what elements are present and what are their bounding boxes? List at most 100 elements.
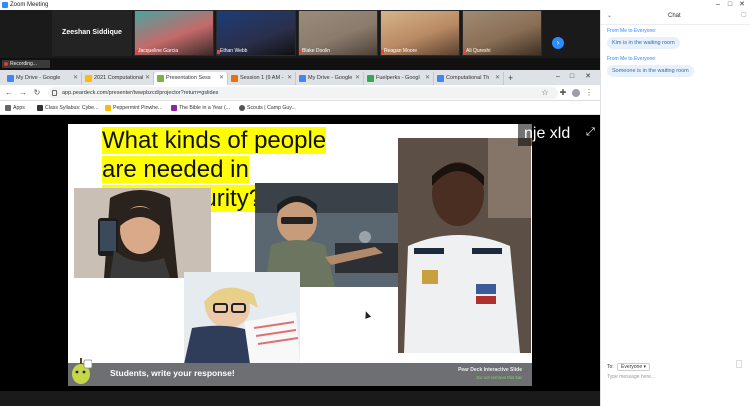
url-text: app.peardeck.com/presenter/twwpbzcd/proj… [62, 90, 219, 96]
photo-naval-officer-art [398, 138, 531, 353]
chat-message-bubble: Someone is in the waiting room [607, 65, 694, 77]
chat-message-input[interactable]: Type message here... [607, 374, 745, 384]
participant-video[interactable]: Ethan Webb [216, 10, 296, 56]
browser-tab[interactable]: Session 1 (9 AM - ✕ [228, 72, 296, 85]
slide-headline: What kinds of people are needed in Cyber… [102, 126, 360, 212]
recording-label: Recording... [10, 61, 37, 67]
browser-maximize-icon[interactable]: □ [566, 72, 578, 82]
reload-icon[interactable]: ↻ [32, 88, 42, 98]
tab-close-icon[interactable]: ✕ [355, 72, 360, 85]
presentation-slide: What kinds of people are needed in Cyber… [68, 124, 532, 386]
browser-tab[interactable]: 2021 Computational ✕ [82, 72, 154, 85]
browser-tab-active[interactable]: Presentation Sess ✕ [154, 72, 228, 85]
tab-close-icon[interactable]: ✕ [73, 72, 78, 85]
participant-video[interactable]: Blake Doolin [298, 10, 378, 56]
star-icon[interactable]: ☆ [540, 88, 550, 98]
bookmark-label: Class Syllabus: Cybe... [45, 105, 99, 111]
photo-stressed-worker [184, 272, 300, 364]
participant-name: Blake Doolin [302, 48, 331, 54]
photo-naval-officer [398, 138, 531, 353]
browser-tab[interactable]: Computational Th ✕ [434, 72, 504, 85]
tab-close-icon[interactable]: ✕ [425, 72, 430, 85]
tab-close-icon[interactable]: ✕ [495, 72, 500, 85]
chat-to-label: To: [607, 364, 614, 370]
minimize-icon[interactable]: – [712, 0, 724, 10]
chevron-down-icon[interactable]: ⌄ [607, 12, 612, 19]
browser-close-icon[interactable]: ✕ [582, 72, 594, 82]
docs-icon [437, 75, 444, 82]
back-icon[interactable]: ← [4, 88, 14, 98]
join-code: nje xld [524, 125, 571, 142]
close-icon[interactable]: ✕ [736, 0, 748, 10]
forward-icon[interactable]: → [18, 88, 28, 98]
chat-panel: ⌄ Chat ▢ From Me to Everyone: Kim is in … [600, 10, 750, 406]
tab-label: Session 1 (9 AM - [240, 75, 284, 81]
chat-title: Chat [668, 13, 681, 19]
photo-stressed-worker-art [184, 272, 300, 364]
bookmark-item[interactable]: Class Syllabus: Cybe... [36, 103, 98, 113]
window-titlebar: Zoom Meeting – □ ✕ [0, 0, 750, 10]
tab-close-icon[interactable]: ✕ [219, 72, 224, 85]
response-prompt: Students, write your response! [110, 368, 235, 378]
tab-label: My Drive - Google [16, 75, 61, 81]
participant-gallery: Zeeshan Siddique Jacqueline Garcia Ethan… [0, 10, 600, 58]
meeting-controls-bar [0, 391, 600, 406]
participant-name: Reagan Moore [384, 48, 418, 54]
participant-video[interactable]: Jacqueline Garcia [134, 10, 214, 56]
chat-recipient-select[interactable]: Everyone ▾ [617, 363, 651, 371]
window-title: Zoom Meeting [10, 2, 49, 8]
bookmarks-bar: Apps Class Syllabus: Cybe... Peppermint … [0, 101, 600, 115]
url-field[interactable]: app.peardeck.com/presenter/twwpbzcd/proj… [48, 87, 558, 99]
browser-tab[interactable]: My Drive - Google ✕ [296, 72, 364, 85]
zoom-app-icon [2, 2, 8, 8]
tab-close-icon[interactable]: ✕ [287, 72, 292, 85]
bookmark-icon [239, 105, 245, 111]
chat-scrollbar[interactable] [736, 360, 742, 368]
bookmark-icon [171, 105, 177, 111]
bookmark-label: Apps [13, 105, 25, 111]
chat-message-text: Someone is in the waiting room [612, 68, 689, 74]
participant-name: Jacqueline Garcia [138, 48, 179, 54]
menu-dots-icon[interactable]: ⋮ [584, 88, 594, 98]
maximize-icon[interactable]: □ [724, 0, 736, 10]
lock-icon [52, 90, 57, 96]
bookmark-item[interactable]: Scouts | Camp Guy... [238, 103, 296, 113]
profile-avatar[interactable] [572, 89, 580, 97]
tab-label: 2021 Computational [94, 75, 144, 81]
tab-close-icon[interactable]: ✕ [145, 72, 150, 85]
peardeck-badge-subtitle: Do not remove this bar [476, 375, 522, 380]
participant-name-tile[interactable]: Zeeshan Siddique [52, 10, 132, 56]
participant-video[interactable]: Reagan Moore [380, 10, 460, 56]
apps-grid-icon [5, 105, 11, 111]
recording-indicator[interactable]: Recording... [2, 60, 50, 68]
browser-minimize-icon[interactable]: – [552, 72, 564, 82]
chat-message-meta: From Me to Everyone: [607, 28, 657, 34]
drive-icon [7, 75, 14, 82]
browser-tab[interactable]: Fuelperks - Googl ✕ [364, 72, 434, 85]
browser-address-bar: ← → ↻ app.peardeck.com/presenter/twwpbzc… [0, 85, 600, 101]
participant-video[interactable]: Ali Qureshi [462, 10, 542, 56]
browser-tab[interactable]: My Drive - Google ✕ [4, 72, 82, 85]
new-tab-button[interactable]: + [508, 72, 513, 85]
expand-icon[interactable]: ⤢ [586, 126, 595, 139]
tab-label: Computational Th [446, 75, 490, 81]
bookmark-label: Scouts | Camp Guy... [247, 105, 296, 111]
join-code-overlay: nje xld ⤢ [518, 124, 600, 146]
bookmark-item[interactable]: Peppermint Pinwhe... [104, 103, 162, 113]
bookmark-item[interactable]: Apps [4, 103, 25, 113]
participant-name: Zeeshan Siddique [62, 29, 122, 36]
gallery-next-button[interactable]: › [552, 37, 564, 49]
chat-close-icon[interactable]: ▢ [741, 11, 747, 18]
tab-label: My Drive - Google [308, 75, 353, 81]
tab-label: Fuelperks - Googl [376, 75, 420, 81]
peardeck-badge-title: Pear Deck Interactive Slide [458, 367, 522, 373]
bookmark-label: Peppermint Pinwhe... [113, 105, 163, 111]
extensions-icon[interactable]: ✚ [558, 88, 568, 98]
participant-name: Ali Qureshi [466, 48, 491, 54]
bookmark-item[interactable]: The Bible in a Year (... [170, 103, 230, 113]
chat-divider [601, 24, 750, 25]
peardeck-response-banner: Students, write your response! Pear Deck… [68, 363, 532, 386]
participant-name: Ethan Webb [220, 48, 248, 54]
browser-tab-strip: My Drive - Google ✕ 2021 Computational ✕… [0, 70, 600, 85]
chat-message-bubble: Kim is in the waiting room [607, 37, 680, 49]
